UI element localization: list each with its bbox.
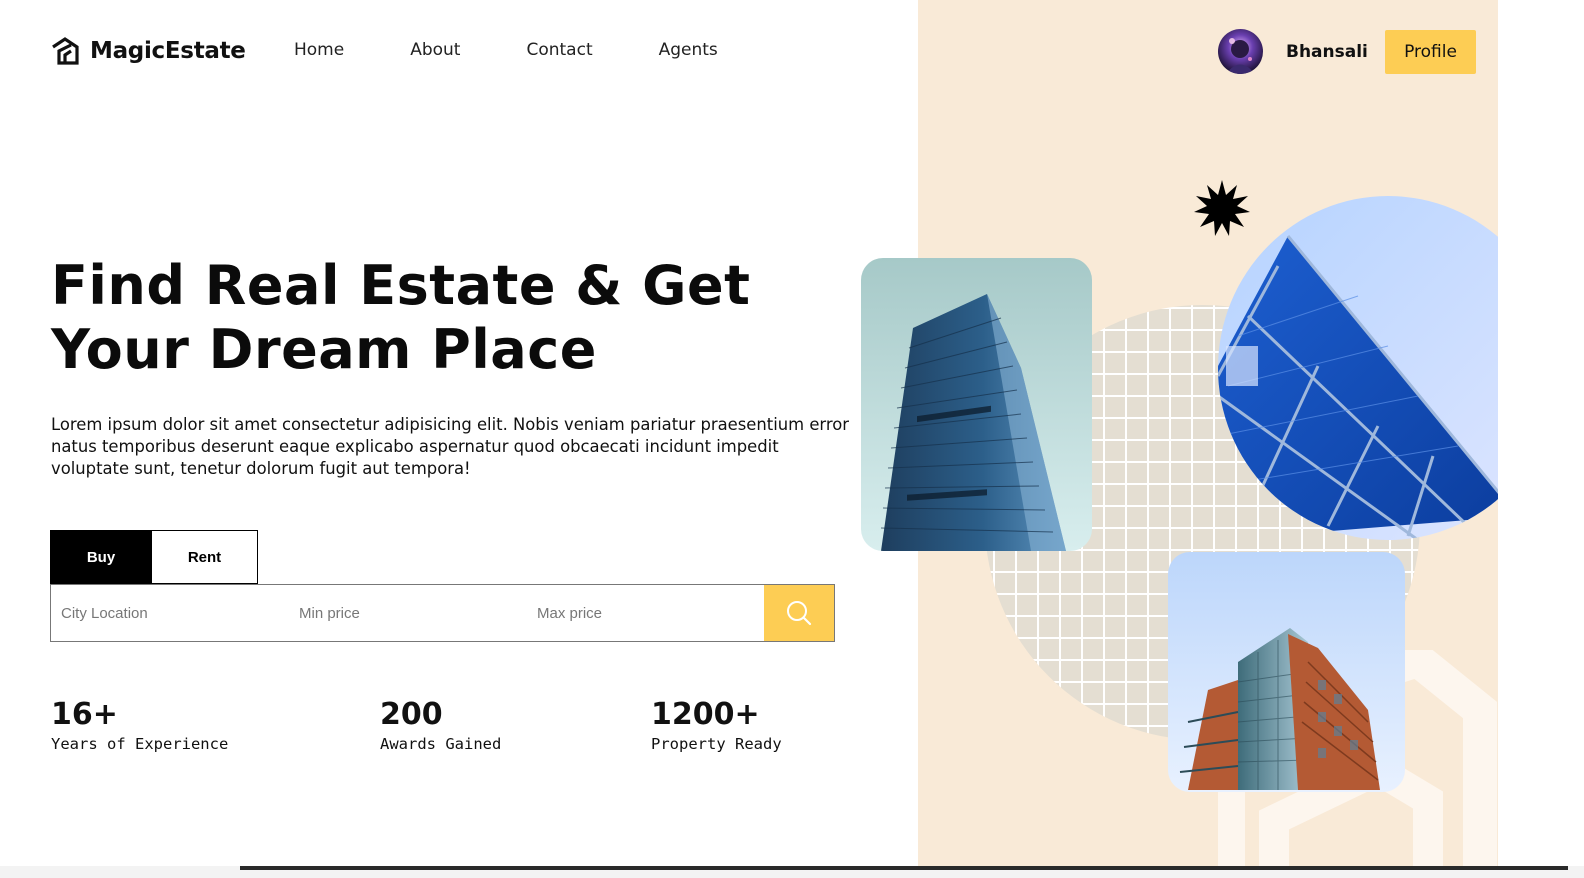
search-icon — [787, 601, 812, 626]
stat-awards: 200 Awards Gained — [380, 697, 501, 753]
stat-label: Awards Gained — [380, 735, 502, 753]
avatar[interactable] — [1218, 29, 1263, 74]
nav-contact[interactable]: Contact — [526, 40, 592, 60]
nav-agents[interactable]: Agents — [659, 40, 718, 60]
tab-buy[interactable]: Buy — [50, 530, 152, 584]
stat-label: Property Ready — [651, 735, 782, 753]
stat-label: Years of Experience — [51, 735, 229, 753]
scrollbar-thumb[interactable] — [240, 866, 1568, 870]
building-photo-2 — [1218, 196, 1498, 540]
nav-home[interactable]: Home — [294, 40, 344, 60]
tab-rent[interactable]: Rent — [152, 530, 258, 584]
user-menu[interactable]: Bhansali — [1218, 29, 1368, 74]
nav-about[interactable]: About — [410, 40, 460, 60]
search-button[interactable] — [764, 585, 834, 641]
stat-value: 1200+ — [651, 697, 760, 732]
building-photo-3 — [1168, 552, 1405, 792]
starburst-icon — [1194, 180, 1250, 236]
stat-properties: 1200+ Property Ready — [651, 697, 782, 753]
property-search-form — [50, 584, 835, 642]
brand-name: MagicEstate — [90, 38, 246, 64]
min-price-input[interactable] — [289, 585, 527, 641]
search-tabs: Buy Rent — [50, 530, 258, 584]
city-location-input[interactable] — [51, 585, 289, 641]
stat-value: 200 — [380, 697, 443, 732]
stat-value: 16+ — [51, 697, 118, 732]
max-price-input[interactable] — [527, 585, 765, 641]
building-photo-1 — [861, 258, 1092, 551]
profile-button[interactable]: Profile — [1385, 30, 1476, 74]
horizontal-scrollbar[interactable] — [0, 866, 1584, 878]
stat-experience: 16+ Years of Experience — [51, 697, 228, 753]
hero-description: Lorem ipsum dolor sit amet consectetur a… — [51, 415, 849, 478]
main-nav: Home About Contact Agents — [294, 40, 784, 60]
house-logo-icon — [52, 37, 79, 65]
brand-logo[interactable]: MagicEstate — [50, 36, 246, 66]
username: Bhansali — [1286, 41, 1368, 62]
hero-title: Find Real Estate & Get Your Dream Place — [51, 254, 751, 381]
